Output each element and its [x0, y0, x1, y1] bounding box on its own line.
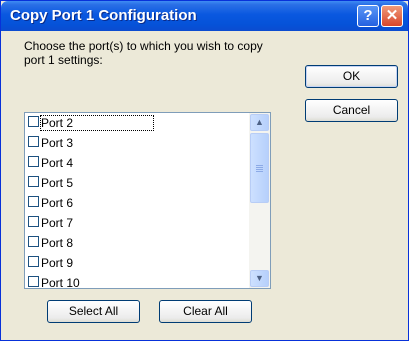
list-item[interactable]: Port 7 — [28, 214, 73, 234]
port-checkbox[interactable] — [28, 136, 39, 148]
clear-all-button[interactable]: Clear All — [159, 300, 252, 323]
scroll-thumb[interactable] — [250, 133, 269, 203]
chevron-up-icon: ▲ — [255, 117, 264, 127]
cancel-button[interactable]: Cancel — [305, 99, 398, 122]
port-label: Port 2 — [39, 114, 155, 131]
select-all-button[interactable]: Select All — [47, 300, 140, 323]
list-item[interactable]: Port 4 — [28, 154, 73, 174]
port-label: Port 7 — [41, 215, 74, 230]
port-label: Port 4 — [41, 155, 74, 170]
help-icon: ? — [363, 7, 373, 24]
grip-line — [256, 169, 263, 170]
port-label: Port 6 — [41, 195, 74, 210]
list-item[interactable]: Port 9 — [28, 254, 73, 274]
port-list[interactable]: Port 2 Port 3 Port 4 Port 5 Port 6 Port … — [24, 112, 271, 289]
dialog-title: Copy Port 1 Configuration — [10, 7, 197, 24]
list-item[interactable]: Port 10 — [28, 274, 80, 289]
port-checkbox[interactable] — [28, 176, 39, 188]
port-checkbox[interactable] — [28, 116, 39, 128]
port-checkbox[interactable] — [28, 156, 39, 168]
port-checkbox[interactable] — [28, 256, 39, 268]
grip-line — [256, 171, 263, 172]
list-item[interactable]: Port 6 — [28, 194, 73, 214]
title-bar[interactable]: Copy Port 1 Configuration ? ✕ — [1, 1, 408, 31]
scroll-up-button[interactable]: ▲ — [250, 114, 269, 131]
port-label: Port 10 — [41, 275, 80, 289]
vertical-scrollbar[interactable]: ▲ ▼ — [249, 113, 270, 288]
close-button[interactable]: ✕ — [381, 5, 403, 27]
port-label: Port 5 — [41, 175, 74, 190]
grip-line — [256, 165, 263, 166]
close-icon: ✕ — [385, 7, 399, 24]
scroll-down-button[interactable]: ▼ — [250, 270, 269, 287]
list-item[interactable]: Port 5 — [28, 174, 73, 194]
port-checkbox[interactable] — [28, 276, 39, 288]
port-checkbox[interactable] — [28, 236, 39, 248]
port-checkbox[interactable] — [28, 216, 39, 228]
port-label: Port 8 — [41, 235, 74, 250]
list-item[interactable]: Port 8 — [28, 234, 73, 254]
port-label: Port 9 — [41, 255, 74, 270]
chevron-down-icon: ▼ — [255, 273, 264, 283]
list-item[interactable]: Port 2 — [28, 114, 155, 134]
port-checkbox[interactable] — [28, 196, 39, 208]
instruction-text: Choose the port(s) to which you wish to … — [24, 39, 263, 67]
list-item[interactable]: Port 3 — [28, 134, 73, 154]
help-button[interactable]: ? — [357, 5, 379, 27]
grip-line — [256, 167, 263, 168]
ok-button[interactable]: OK — [305, 65, 398, 88]
port-label: Port 3 — [41, 135, 74, 150]
dialog-window: Copy Port 1 Configuration ? ✕ Choose the… — [0, 0, 409, 341]
